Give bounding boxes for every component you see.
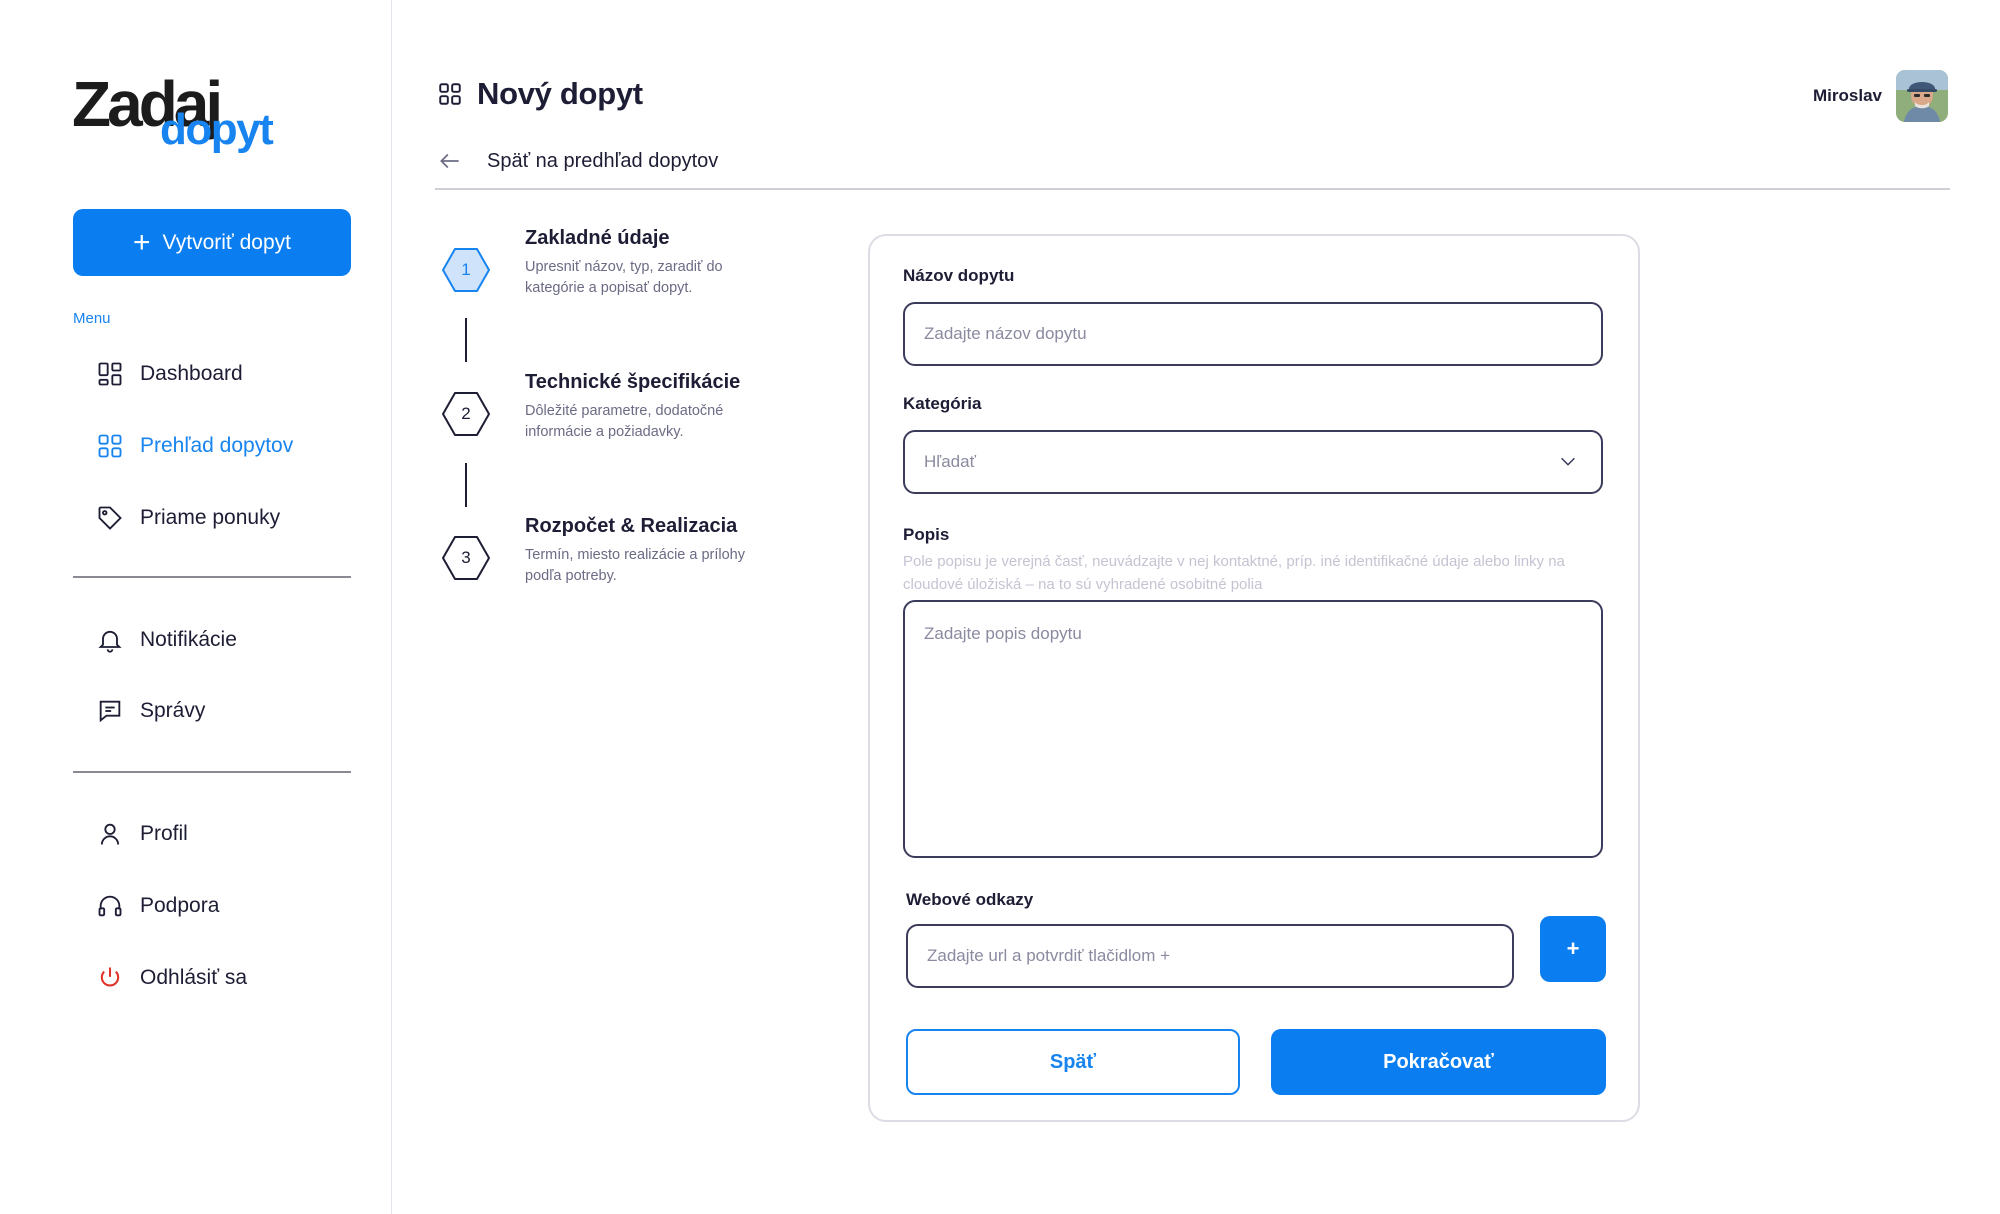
description-hint: Pole popisu je verejná časť, neuvádzajte… (903, 553, 1565, 593)
back-button[interactable]: Späť (906, 1029, 1240, 1095)
tag-icon (98, 506, 122, 530)
sidebar-item-direct-offers[interactable]: Priame ponuky (96, 502, 280, 534)
continue-button[interactable]: Pokračovať (1271, 1029, 1606, 1095)
page-header: Nový dopyt (437, 76, 643, 112)
create-request-button[interactable]: + Vytvoriť dopyt (73, 209, 351, 276)
step-number: 3 (461, 548, 471, 567)
page-title: Nový dopyt (477, 76, 643, 111)
step-title: Rozpočet & Realizacia (525, 515, 738, 537)
arrow-left-icon (440, 153, 459, 169)
step-connector (465, 318, 467, 362)
request-name-label: Názov dopytu (903, 266, 1015, 285)
sidebar-item-label: Profil (140, 822, 188, 845)
category-label: Kategória (903, 394, 982, 413)
sidebar-item-label: Dashboard (140, 362, 243, 385)
menu-caption: Menu (73, 310, 111, 327)
back-link-label: Späť na predhľad dopytov (487, 149, 719, 172)
chevron-down-icon (1561, 457, 1575, 466)
step-number: 1 (461, 260, 471, 279)
add-link-button[interactable]: + (1540, 916, 1606, 982)
category-select[interactable]: Hľadať (903, 430, 1603, 494)
category-placeholder: Hľadať (924, 452, 976, 471)
description-label: Popis (903, 525, 950, 544)
user-menu[interactable]: Miroslav (1813, 70, 1948, 122)
back-to-overview-link[interactable]: Späť na predhľad dopytov (437, 148, 718, 174)
headset-icon (98, 895, 122, 917)
bell-icon (98, 630, 122, 653)
dashboard-icon (98, 362, 122, 386)
sidebar-item-label: Prehľad dopytov (140, 434, 294, 457)
sidebar-item-label: Podpora (140, 894, 220, 917)
header-divider (435, 188, 1950, 190)
sidebar-item-dashboard[interactable]: Dashboard (96, 358, 243, 390)
plus-icon: + (132, 225, 151, 259)
sidebar-item-profile[interactable]: Profil (96, 818, 188, 850)
logo-word-2: dopyt (160, 105, 274, 154)
step-title: Technické špecifikácie (525, 371, 741, 393)
web-links-label: Webové odkazy (906, 890, 1034, 909)
step-connector (465, 463, 467, 507)
power-icon (100, 967, 120, 987)
request-name-input[interactable]: Zadajte názov dopytu (903, 302, 1603, 366)
logo[interactable]: Zadaj dopyt (72, 68, 282, 158)
sidebar-item-notifications[interactable]: Notifikácie (96, 624, 237, 656)
create-request-label: Vytvoriť dopyt (162, 230, 291, 254)
step-number: 2 (461, 404, 471, 423)
sidebar-item-support[interactable]: Podpora (96, 890, 219, 922)
sidebar: Zadaj dopyt + Vytvoriť dopyt Menu Dashbo… (0, 0, 392, 1214)
sidebar-item-logout[interactable]: Odhlásiť sa (96, 962, 247, 994)
sidebar-item-label: Priame ponuky (140, 506, 281, 529)
step-description: Upresniť názov, typ, zaradiť do kategóri… (525, 259, 723, 296)
url-input[interactable]: Zadajte url a potvrdiť tlačidlom + (906, 924, 1514, 988)
step-title: Zakladné údaje (525, 227, 670, 249)
step-description: Dôležité parametre, dodatočné informácie… (525, 403, 724, 440)
sidebar-divider (73, 576, 351, 578)
sidebar-item-label: Správy (140, 699, 206, 722)
grid-icon (98, 434, 122, 458)
user-icon (100, 823, 120, 845)
user-name: Miroslav (1813, 86, 1882, 105)
step-description: Termín, miesto realizácie a prílohy podľ… (525, 547, 745, 584)
sidebar-item-label: Notifikácie (140, 628, 237, 651)
avatar-photo (1896, 70, 1948, 122)
sidebar-item-requests-overview[interactable]: Prehľad dopytov (96, 430, 293, 462)
sidebar-item-messages[interactable]: Správy (96, 695, 205, 727)
avatar[interactable] (1896, 70, 1948, 122)
message-icon (99, 700, 121, 723)
sidebar-divider (73, 771, 351, 773)
grid-icon (439, 83, 461, 105)
description-textarea[interactable]: Zadajte popis dopytu (903, 600, 1603, 858)
sidebar-item-label: Odhlásiť sa (140, 966, 248, 989)
